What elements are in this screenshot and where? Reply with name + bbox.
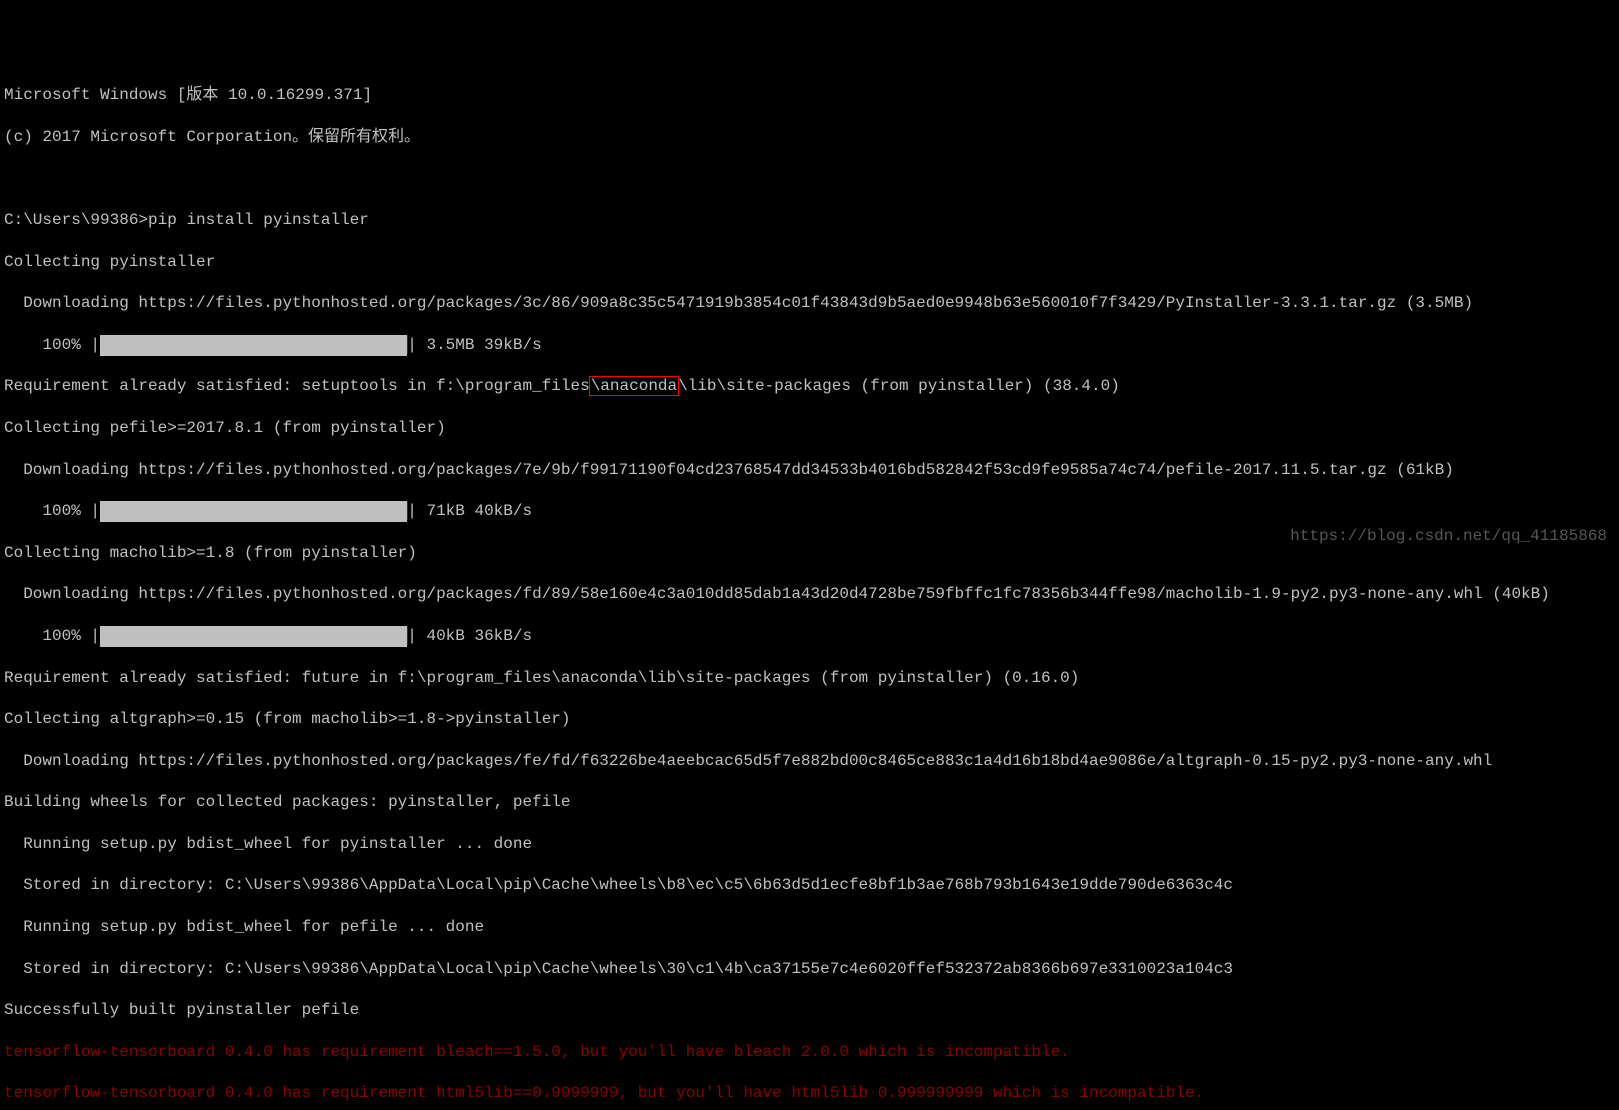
progress-line: 100% |████████████████████████████████| …: [4, 501, 1615, 522]
progress-stats: | 71kB 40kB/s: [407, 502, 532, 520]
command-text: pip install pyinstaller: [148, 211, 369, 229]
progress-line: 100% |████████████████████████████████| …: [4, 335, 1615, 356]
output-line: Collecting pyinstaller: [4, 252, 1615, 273]
progress-stats: | 3.5MB 39kB/s: [407, 336, 541, 354]
output-line: Downloading https://files.pythonhosted.o…: [4, 751, 1615, 772]
progress-bar: ████████████████████████████████: [100, 335, 407, 356]
blank-line: [4, 168, 1615, 189]
progress-pct: 100% |: [4, 336, 100, 354]
progress-line: 100% |████████████████████████████████| …: [4, 626, 1615, 647]
output-line: Collecting pefile>=2017.8.1 (from pyinst…: [4, 418, 1615, 439]
output-line: Successfully built pyinstaller pefile: [4, 1000, 1615, 1021]
output-line: Running setup.py bdist_wheel for pefile …: [4, 917, 1615, 938]
progress-bar: ████████████████████████████████: [100, 501, 407, 522]
progress-pct: 100% |: [4, 627, 100, 645]
windows-version-line: Microsoft Windows [版本 10.0.16299.371]: [4, 85, 1615, 106]
output-line: Downloading https://files.pythonhosted.o…: [4, 460, 1615, 481]
progress-stats: | 40kB 36kB/s: [407, 627, 532, 645]
warning-line: tensorflow-tensorboard 0.4.0 has require…: [4, 1083, 1615, 1104]
command-line[interactable]: C:\Users\99386>pip install pyinstaller: [4, 210, 1615, 231]
watermark-text: https://blog.csdn.net/qq_41185868: [1290, 526, 1607, 547]
req-text-pre: Requirement already satisfied: setuptool…: [4, 377, 590, 395]
copyright-line: (c) 2017 Microsoft Corporation。保留所有权利。: [4, 127, 1615, 148]
output-line: Requirement already satisfied: setuptool…: [4, 376, 1615, 397]
output-line: Downloading https://files.pythonhosted.o…: [4, 584, 1615, 605]
progress-bar: ████████████████████████████████: [100, 626, 407, 647]
output-line: Requirement already satisfied: future in…: [4, 668, 1615, 689]
req-text-post: \lib\site-packages (from pyinstaller) (3…: [678, 377, 1120, 395]
prompt: C:\Users\99386>: [4, 211, 148, 229]
anaconda-highlight: \anaconda: [589, 376, 679, 396]
warning-line: tensorflow-tensorboard 0.4.0 has require…: [4, 1042, 1615, 1063]
output-line: Stored in directory: C:\Users\99386\AppD…: [4, 959, 1615, 980]
output-line: Building wheels for collected packages: …: [4, 792, 1615, 813]
output-line: Downloading https://files.pythonhosted.o…: [4, 293, 1615, 314]
progress-pct: 100% |: [4, 502, 100, 520]
output-line: Running setup.py bdist_wheel for pyinsta…: [4, 834, 1615, 855]
output-line: Collecting altgraph>=0.15 (from macholib…: [4, 709, 1615, 730]
output-line: Stored in directory: C:\Users\99386\AppD…: [4, 875, 1615, 896]
